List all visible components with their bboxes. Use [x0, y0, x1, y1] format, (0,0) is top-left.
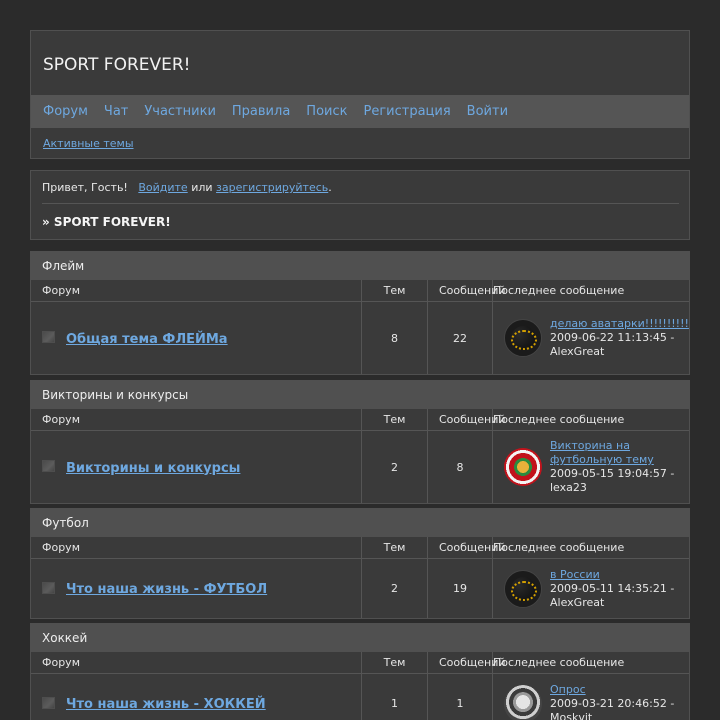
col-forum-header: Форум — [31, 537, 362, 558]
posts-count: 8 — [428, 431, 493, 503]
forum-status-icon — [42, 581, 55, 594]
menu-search-link[interactable]: Поиск — [306, 104, 347, 119]
last-post-meta: 2009-06-22 11:13:45 - AlexGreat — [550, 331, 675, 358]
forum-link[interactable]: Что наша жизнь - ХОККЕЙ — [66, 697, 266, 712]
category-block-hockey: Хоккей Форум Тем Сообщений Последнее соо… — [30, 623, 690, 720]
greeting-text: Привет, Гость! — [42, 181, 128, 194]
menu-chat-link[interactable]: Чат — [104, 104, 128, 119]
last-post: Опрос 2009-03-21 20:46:52 - Moskvit — [550, 683, 689, 720]
forum-link[interactable]: Что наша жизнь - ФУТБОЛ — [66, 582, 267, 597]
topics-count: 2 — [362, 431, 428, 503]
category-block-flame: Флейм Форум Тем Сообщений Последнее сооб… — [30, 251, 690, 375]
forum-link[interactable]: Викторины и конкурсы — [66, 461, 240, 476]
welcome-line: Привет, Гость! Войдите или зарегистрируй… — [42, 171, 679, 204]
table-header: Форум Тем Сообщений Последнее сообщение — [31, 409, 689, 431]
last-post-meta: 2009-05-15 19:04:57 - lexa23 — [550, 467, 675, 494]
topics-count: 1 — [362, 674, 428, 720]
forum-row: Что наша жизнь - ХОККЕЙ 1 1 Опрос 2009-0… — [31, 674, 689, 720]
forum-status-icon — [42, 696, 55, 709]
col-topics-header: Тем — [362, 280, 428, 301]
last-post: в России 2009-05-11 14:35:21 - AlexGreat — [550, 568, 689, 610]
active-topics-link[interactable]: Активные темы — [43, 137, 134, 150]
avatar-icon[interactable] — [504, 569, 542, 608]
sub-menu: Активные темы — [31, 128, 689, 159]
topics-count: 2 — [362, 559, 428, 618]
menu-members-link[interactable]: Участники — [144, 104, 216, 119]
forum-status-icon — [42, 460, 55, 472]
last-post: Викторина на футбольную тему 2009-05-15 … — [550, 439, 689, 495]
posts-count: 19 — [428, 559, 493, 618]
topics-count: 8 — [362, 302, 428, 374]
table-header: Форум Тем Сообщений Последнее сообщение — [31, 537, 689, 559]
avatar-icon[interactable] — [504, 448, 542, 486]
col-posts-header: Сообщений — [428, 280, 506, 301]
forum-row: Общая тема ФЛЕЙМа 8 22 делаю аватарки!!!… — [31, 302, 689, 374]
col-last-header: Последнее сообщение — [493, 541, 625, 554]
table-header: Форум Тем Сообщений Последнее сообщение — [31, 652, 689, 674]
avatar-icon[interactable] — [504, 319, 542, 357]
board-title: SPORT FOREVER! — [43, 55, 191, 75]
menu-rules-link[interactable]: Правила — [232, 104, 290, 119]
board-header: SPORT FOREVER! Форум Чат Участники Прави… — [30, 30, 690, 159]
col-forum-header: Форум — [31, 409, 362, 430]
col-topics-header: Тем — [362, 537, 428, 558]
category-title: Викторины и конкурсы — [31, 381, 689, 409]
last-post-link[interactable]: в России — [550, 568, 689, 582]
col-topics-header: Тем — [362, 652, 428, 673]
welcome-box: Привет, Гость! Войдите или зарегистрируй… — [30, 170, 690, 240]
or-text: или — [191, 181, 213, 194]
period-text: . — [328, 181, 332, 194]
col-forum-header: Форум — [31, 280, 362, 301]
forum-link[interactable]: Общая тема ФЛЕЙМа — [66, 332, 228, 347]
col-posts-header: Сообщений — [428, 652, 506, 673]
menu-login-link[interactable]: Войти — [467, 104, 508, 119]
category-block-football: Футбол Форум Тем Сообщений Последнее соо… — [30, 508, 690, 619]
col-last-header: Последнее сообщение — [493, 284, 625, 297]
forum-status-icon — [42, 331, 55, 343]
col-posts-header: Сообщений — [428, 409, 506, 430]
menu-register-link[interactable]: Регистрация — [363, 104, 450, 119]
category-title: Футбол — [31, 509, 689, 537]
last-post-meta: 2009-03-21 20:46:52 - Moskvit — [550, 696, 675, 720]
category-block-quizzes: Викторины и конкурсы Форум Тем Сообщений… — [30, 380, 690, 504]
col-forum-header: Форум — [31, 652, 362, 673]
forum-row: Викторины и конкурсы 2 8 Викторина на фу… — [31, 431, 689, 503]
last-post-meta: 2009-05-11 14:35:21 - AlexGreat — [550, 581, 675, 609]
breadcrumb: » SPORT FOREVER! — [42, 215, 171, 229]
posts-count: 1 — [428, 674, 493, 720]
last-post-link[interactable]: делаю аватарки!!!!!!!!!! — [550, 317, 689, 331]
col-last-header: Последнее сообщение — [493, 413, 625, 426]
menu-forum-link[interactable]: Форум — [43, 104, 88, 119]
posts-count: 22 — [428, 302, 493, 374]
table-header: Форум Тем Сообщений Последнее сообщение — [31, 280, 689, 302]
col-last-header: Последнее сообщение — [493, 656, 625, 669]
login-link[interactable]: Войдите — [138, 181, 187, 194]
last-post-link[interactable]: Опрос — [550, 683, 689, 697]
avatar-icon[interactable] — [504, 684, 542, 720]
col-posts-header: Сообщений — [428, 537, 506, 558]
register-link[interactable]: зарегистрируйтесь — [216, 181, 328, 194]
main-menu: Форум Чат Участники Правила Поиск Регист… — [31, 95, 689, 128]
col-topics-header: Тем — [362, 409, 428, 430]
forum-row: Что наша жизнь - ФУТБОЛ 2 19 в России 20… — [31, 559, 689, 618]
category-title: Флейм — [31, 252, 689, 280]
category-title: Хоккей — [31, 624, 689, 652]
last-post-link[interactable]: Викторина на футбольную тему — [550, 439, 689, 467]
last-post: делаю аватарки!!!!!!!!!! 2009-06-22 11:1… — [550, 317, 689, 359]
